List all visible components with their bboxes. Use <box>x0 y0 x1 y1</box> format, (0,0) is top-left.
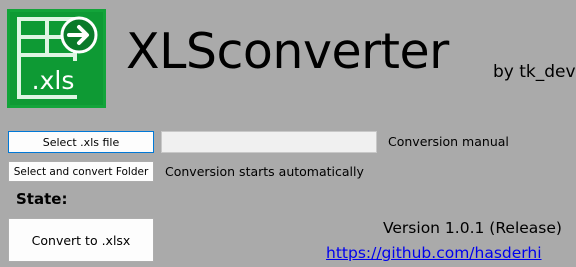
conversion-manual-label: Conversion manual <box>388 134 509 149</box>
conversion-auto-label: Conversion starts automatically <box>165 164 364 179</box>
state-label: State: <box>16 190 68 208</box>
app-title: XLSconverter <box>126 23 449 80</box>
file-path-field[interactable] <box>161 131 377 153</box>
github-link[interactable]: https://github.com/hasderhi <box>326 244 542 262</box>
version-label: Version 1.0.1 (Release) <box>383 219 562 237</box>
select-file-button[interactable]: Select .xls file <box>8 131 154 153</box>
convert-to-xlsx-button[interactable]: Convert to .xlsx <box>8 218 154 262</box>
author-byline: by tk_dev <box>493 62 576 82</box>
xls-logo-icon: .xls <box>7 9 106 108</box>
convert-folder-button[interactable]: Select and convert Folder <box>8 161 154 182</box>
logo-text: .xls <box>32 66 75 95</box>
